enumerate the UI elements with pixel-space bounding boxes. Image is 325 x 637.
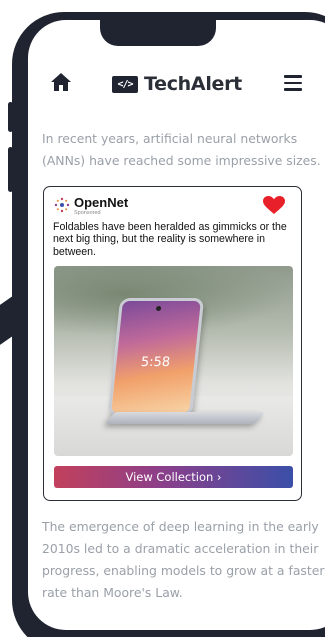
heart-icon[interactable] xyxy=(263,196,285,215)
foldable-screen: 5:58 xyxy=(107,298,205,416)
advertiser-name[interactable]: OpenNet xyxy=(74,195,128,210)
sponsored-label: Sponsored xyxy=(74,210,101,216)
home-icon[interactable] xyxy=(50,72,72,92)
scene: </> TechAlert In recent years, artificia… xyxy=(0,0,325,637)
brand-logo[interactable]: </> TechAlert xyxy=(112,72,242,96)
phone-notch xyxy=(100,20,216,46)
sponsored-ad-card[interactable]: OpenNet Sponsored Foldables have been he… xyxy=(43,186,302,501)
camera-icon xyxy=(155,306,162,311)
menu-bar xyxy=(284,75,302,78)
code-icon: </> xyxy=(112,75,138,93)
side-button xyxy=(8,147,13,192)
phone-clock: 5:58 xyxy=(140,355,171,370)
phone-screen: </> TechAlert In recent years, artificia… xyxy=(28,20,325,630)
foldable-base xyxy=(104,412,266,424)
opennet-logo-icon xyxy=(54,197,70,213)
article-intro: In recent years, artificial neural netwo… xyxy=(42,131,321,168)
menu-icon[interactable] xyxy=(284,75,302,91)
top-navbar: </> TechAlert xyxy=(28,70,325,100)
article-outro: The emergence of deep learning in the ea… xyxy=(42,519,325,600)
side-button xyxy=(8,102,13,132)
foldable-phone-image[interactable]: 5:58 xyxy=(54,266,293,456)
ad-body-text: Foldables have been heralded as gimmicks… xyxy=(53,221,287,258)
brand-name: TechAlert xyxy=(144,73,242,95)
view-collection-button[interactable]: View Collection › xyxy=(54,466,293,488)
menu-bar xyxy=(284,88,302,91)
menu-bar xyxy=(284,81,302,84)
